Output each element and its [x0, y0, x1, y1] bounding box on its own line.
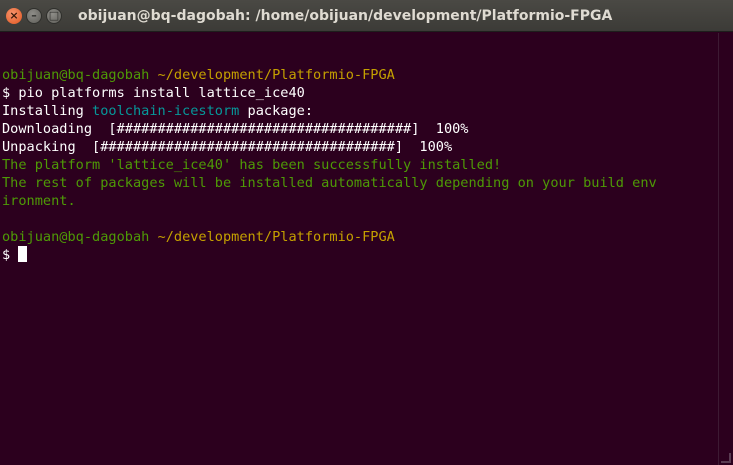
unpacking-progress: Unpacking [#############################… [2, 139, 453, 155]
maximize-icon[interactable]: □ [46, 7, 62, 24]
installing-prefix: Installing [2, 103, 93, 119]
installing-suffix: package: [239, 103, 314, 119]
input-line[interactable]: $ [2, 246, 718, 264]
prompt-line: obijuan@bq-dagobah ~/development/Platfor… [2, 66, 718, 84]
installing-line: Installing toolchain-icestorm package: [2, 102, 718, 120]
window-controls: × – □ [6, 7, 62, 24]
close-icon[interactable]: × [6, 7, 22, 24]
info-message-2: ironment. [2, 193, 76, 209]
prompt-path: ~/development/Platformio-FPGA [157, 229, 395, 245]
terminal-window: × – □ obijuan@bq-dagobah: /home/obijuan/… [0, 0, 733, 465]
minimize-icon[interactable]: – [26, 7, 42, 24]
info-message-1: The rest of packages will be installed a… [2, 175, 657, 191]
title-bar[interactable]: × – □ obijuan@bq-dagobah: /home/obijuan/… [0, 0, 733, 32]
shell-prompt: $ [2, 247, 19, 263]
downloading-progress: Downloading [###########################… [2, 121, 469, 137]
package-name: toolchain-icestorm [92, 103, 240, 119]
scrollbar[interactable] [718, 33, 733, 465]
resize-grip-icon[interactable] [721, 453, 731, 463]
window-title: obijuan@bq-dagobah: /home/obijuan/develo… [78, 7, 613, 24]
terminal-output[interactable]: obijuan@bq-dagobah ~/development/Platfor… [0, 33, 718, 465]
prompt-path: ~/development/Platformio-FPGA [157, 67, 395, 83]
prompt-line: obijuan@bq-dagobah ~/development/Platfor… [2, 228, 718, 246]
success-message: The platform 'lattice_ice40' has been su… [2, 157, 502, 173]
command-line: $ pio platforms install lattice_ice40 [2, 85, 305, 101]
prompt-user: obijuan@bq-dagobah [2, 67, 150, 83]
prompt-user: obijuan@bq-dagobah [2, 229, 150, 245]
text-cursor [18, 246, 28, 262]
